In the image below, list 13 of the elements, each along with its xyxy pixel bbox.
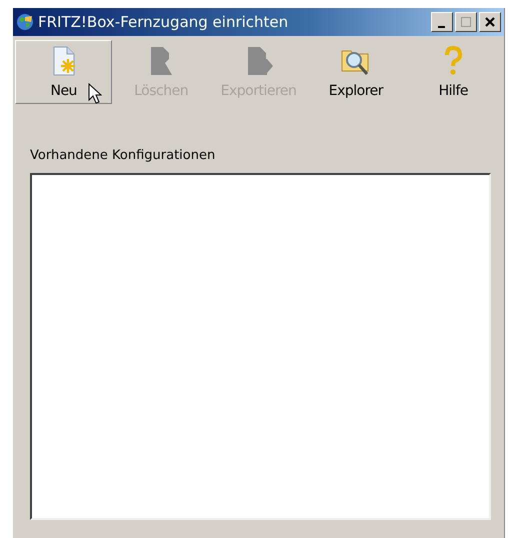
close-button[interactable] [479,12,501,32]
close-icon [484,16,496,28]
globe-icon [16,13,34,31]
configurations-label: Vorhandene Konfigurationen [30,148,216,163]
explorer-button[interactable]: Explorer [307,40,405,104]
window-title: FRITZ!Box-Fernzugang einrichten [38,13,290,31]
maximize-icon [460,16,472,28]
minimize-icon [438,26,444,28]
help-button[interactable]: Hilfe [404,40,502,104]
minimize-button[interactable] [431,12,453,32]
mouse-pointer-icon [88,83,102,105]
new-button[interactable]: Neu [15,40,112,104]
maximize-button[interactable] [455,12,477,32]
